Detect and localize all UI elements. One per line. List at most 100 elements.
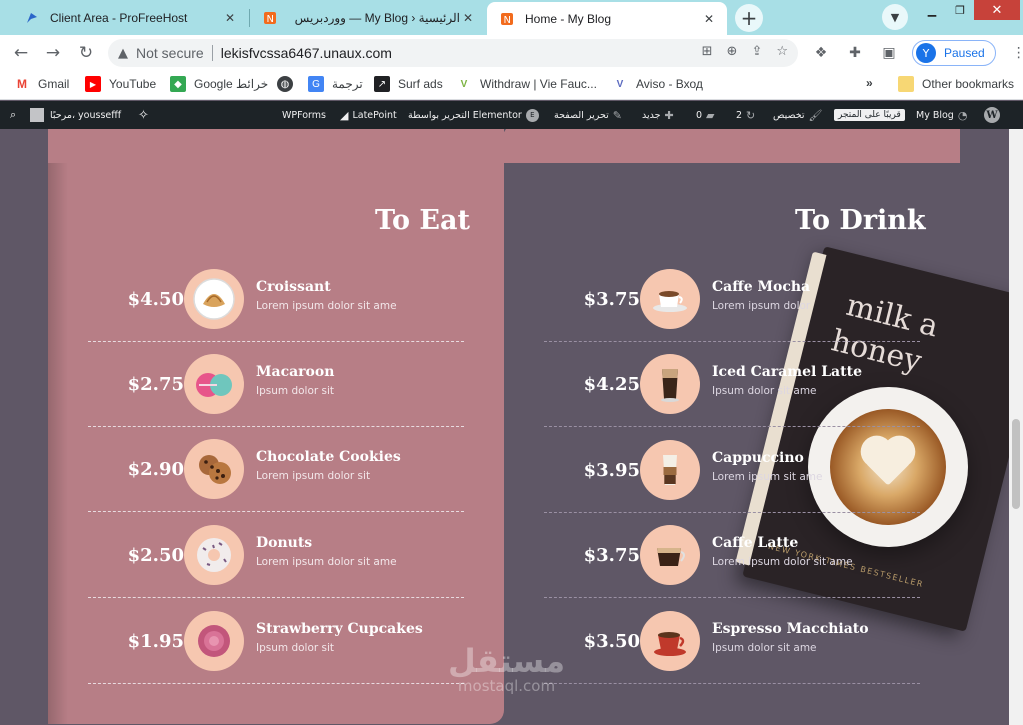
wp-site-name[interactable]: My Blog ◔: [916, 101, 971, 129]
item-desc: Lorem ipsum dolor sit ame: [256, 556, 397, 568]
item-name: Macaroon: [256, 364, 335, 380]
window-close-icon[interactable]: ✕: [974, 0, 1020, 20]
bookmark-aviso[interactable]: V Aviso - Вход: [612, 76, 703, 92]
menu-item-iced-caramel-latte[interactable]: $4.25 Iced Caramel Latte Ipsum dolor sit…: [544, 354, 920, 440]
store-chip-label: قريبًا على المتجر: [834, 109, 905, 121]
tab-client-area[interactable]: Client Area - ProFreeHost ✕: [12, 0, 248, 35]
warning-triangle-icon[interactable]: ▲: [118, 46, 128, 61]
bookmark-vie-faucet[interactable]: V Withdraw | Vie Fauc...: [456, 76, 597, 92]
menu-item-macaroon[interactable]: $2.75 Macaroon Ipsum dolor sit: [88, 354, 464, 440]
wp-account-menu[interactable]: مرحبًا، youssefff: [30, 101, 121, 129]
wp-edit-page[interactable]: تحرير الصفحة ✎: [554, 101, 626, 129]
tab-search-chevron-icon[interactable]: ▼: [882, 4, 908, 30]
maps-icon: ◆: [170, 76, 186, 92]
menu-item-caffe-mocha[interactable]: $3.75 Caffe Mocha Lorem ipsum dolor: [544, 269, 920, 355]
wp-updates[interactable]: 2 ↻: [736, 101, 759, 129]
elementor-icon: E: [525, 108, 539, 122]
wp-search-icon[interactable]: ⌕: [6, 101, 20, 129]
wp-comments[interactable]: 0 ▰: [696, 101, 719, 129]
item-name: Cappuccino: [712, 450, 804, 466]
other-bookmarks-folder[interactable]: Other bookmarks: [898, 76, 1014, 92]
wp-customize[interactable]: تخصيص 🖌: [773, 101, 827, 129]
tab-wordpress-admin[interactable]: N الرئيسية ‹ My Blog — ووردبريس ✕: [250, 0, 486, 35]
wp-latepoint[interactable]: ◢ LatePoint: [336, 101, 397, 129]
item-desc: Ipsum dolor sit: [256, 385, 335, 397]
tab-close-icon[interactable]: ✕: [460, 11, 476, 25]
page-scrollbar[interactable]: [1009, 129, 1023, 725]
mocha-icon: [640, 269, 700, 329]
paintbrush-icon: 🖌: [808, 108, 823, 122]
address-bar[interactable]: ▲ Not secure lekisfvcssa6467.unaux.com ⊞…: [108, 39, 798, 67]
bookmark-surf-ads[interactable]: ↗ Surf ads: [374, 76, 443, 92]
item-divider: [544, 597, 920, 598]
omnibox-actions: ⊞ ⊕ ⇪ ☆: [702, 44, 788, 59]
extension-puzzle-leaf-icon[interactable]: ❖: [810, 41, 832, 65]
profile-button[interactable]: Y Paused: [912, 40, 996, 66]
extensions-puzzle-icon[interactable]: ✚: [844, 41, 866, 65]
share-icon[interactable]: ⇪: [751, 44, 762, 59]
wp-logo-icon[interactable]: W: [984, 101, 1000, 129]
menu-item-cappuccino[interactable]: $3.95 Cappuccino Lorem ipsum sit ame: [544, 440, 920, 526]
item-name: Caffe Latte: [712, 535, 799, 551]
updates-count: 2: [736, 109, 743, 121]
url-text[interactable]: lekisfvcssa6467.unaux.com: [221, 45, 392, 61]
cappuccino-icon: [640, 440, 700, 500]
surfads-icon: ↗: [374, 76, 390, 92]
svg-text:N: N: [267, 14, 274, 25]
tab-close-icon[interactable]: ✕: [701, 12, 717, 26]
site-name-label: My Blog: [916, 109, 954, 121]
wp-new[interactable]: جديد ✚: [642, 101, 678, 129]
reload-icon[interactable]: ↻: [73, 40, 99, 66]
item-desc: Lorem ipsum sit ame: [712, 471, 823, 483]
zoom-icon[interactable]: ⊕: [727, 44, 738, 59]
menu-kebab-icon[interactable]: ⋮: [1008, 41, 1023, 65]
menu-item-espresso-macchiato[interactable]: $3.50 Espresso Macchiato Ipsum dolor sit…: [544, 611, 920, 697]
bookmark-gmail[interactable]: M Gmail: [14, 76, 69, 92]
menu-item-strawberry-cupcakes[interactable]: $1.95 Strawberry Cupcakes Ipsum dolor si…: [88, 611, 464, 697]
updates-refresh-icon: ↻: [746, 108, 756, 122]
more-bookmarks-chevron-icon[interactable]: »: [866, 76, 873, 90]
edit-page-label: تحرير الصفحة: [554, 109, 609, 121]
item-desc: Ipsum dolor sit: [256, 642, 335, 654]
latepoint-icon: ◢: [340, 108, 349, 122]
menu-item-caffe-latte[interactable]: $3.75 Caffe Latte Lorem ipsum dolor sit …: [544, 525, 920, 611]
bookmark-label: Other bookmarks: [922, 77, 1015, 91]
item-divider: [544, 683, 920, 684]
item-desc: Lorem ipsum dolor sit: [256, 470, 371, 482]
restore-icon[interactable]: ❐: [946, 0, 974, 20]
tab-title: Home - My Blog: [525, 11, 612, 26]
drink-title: To Drink: [795, 205, 926, 236]
tab-home-my-blog[interactable]: N Home - My Blog ✕: [487, 2, 727, 35]
pencil-icon: ✎: [612, 108, 622, 122]
mostaql-watermark: مستقل mostaql.com: [448, 645, 565, 695]
bookmark-maps[interactable]: ◆ Google خرائط: [170, 76, 268, 92]
menu-item-croissant[interactable]: $4.50 Croissant Lorem ipsum dolor sit am…: [88, 269, 464, 355]
wp-wpforms[interactable]: WPForms: [282, 101, 326, 129]
back-arrow-icon[interactable]: ←: [8, 40, 34, 66]
wp-edit-elementor[interactable]: التحرير بواسطة Elementor E: [408, 101, 543, 129]
wp-store-chip[interactable]: قريبًا على المتجر: [834, 101, 905, 129]
security-label[interactable]: Not secure: [136, 45, 204, 61]
new-tab-button[interactable]: +: [735, 4, 763, 32]
avatar: Y: [916, 43, 936, 63]
bookmark-translate[interactable]: G ترجمة: [308, 76, 363, 92]
bookmark-globe[interactable]: ◍: [277, 76, 301, 92]
forward-arrow-icon[interactable]: →: [40, 40, 66, 66]
side-panel-icon[interactable]: ▣: [878, 41, 900, 65]
translate-page-icon[interactable]: ⊞: [702, 44, 713, 59]
comments-count: 0: [696, 109, 703, 121]
bookmarks-bar: M Gmail ▶ YouTube ◆ Google خرائط ◍ G ترج…: [0, 70, 1023, 100]
ai-sparkle-icon[interactable]: ✧: [134, 101, 153, 129]
omnibox-divider: [211, 45, 213, 61]
bookmark-youtube[interactable]: ▶ YouTube: [85, 76, 156, 92]
iced-latte-icon: [640, 354, 700, 414]
item-price: $2.90: [127, 459, 184, 480]
item-name: Chocolate Cookies: [256, 449, 401, 465]
tab-close-icon[interactable]: ✕: [222, 11, 238, 25]
minimize-icon[interactable]: ▁: [918, 0, 946, 20]
scrollbar-thumb[interactable]: [1012, 419, 1020, 509]
menu-item-chocolate-cookies[interactable]: $2.90 Chocolate Cookies Lorem ipsum dolo…: [88, 439, 464, 525]
menu-item-donuts[interactable]: $2.50 Donuts Lorem ipsum dolor sit ame: [88, 525, 464, 611]
comment-bubble-icon: ▰: [706, 108, 715, 122]
bookmark-star-icon[interactable]: ☆: [776, 44, 788, 59]
